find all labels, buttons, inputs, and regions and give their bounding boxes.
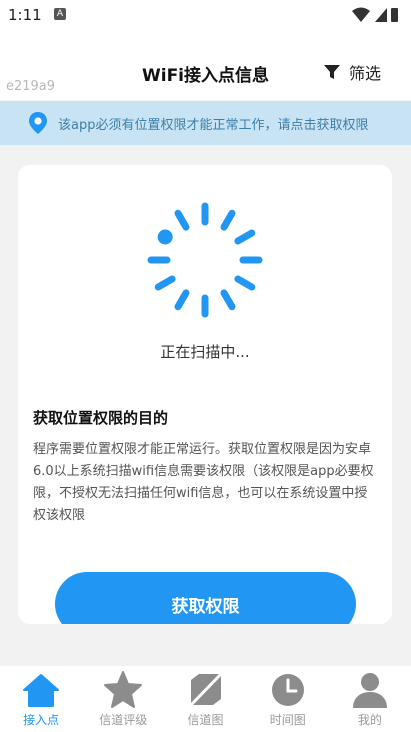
loading-spinner-icon [147,202,263,318]
status-bar: 1:11 A [0,0,411,32]
nav-label: 信道评级 [99,713,148,727]
spinner-spoke [220,209,236,231]
nav-label: 接入点 [23,713,60,727]
purpose-body: 程序需要位置权限才能正常运行。获取位置权限是因为安卓6.0以上系统扫描wifi信… [33,442,374,523]
channel-chart-icon [189,672,222,707]
app-bar: e219a9 WiFi接入点信息 筛选 [0,32,411,100]
filter-icon [323,65,340,79]
home-icon [23,674,60,707]
spinner-dot [157,229,173,245]
get-permission-button[interactable]: 获取权限 [55,572,356,624]
wifi-icon [352,7,370,22]
status-time: 1:11 [8,6,42,24]
nav-item-time-chart[interactable]: 时间图 [247,666,329,732]
permission-card: 正在扫描中... 获取位置权限的目的 程序需要位置权限才能正常运行。获取位置权限… [18,165,392,624]
purpose-title: 获取位置权限的目的 [33,409,169,427]
clock-icon [271,674,304,706]
nav-item-channel-chart[interactable]: 信道图 [164,666,246,732]
battery-icon [391,8,398,22]
nav-label: 信道图 [187,713,224,727]
signal-icon [375,8,387,22]
status-icons [352,7,398,22]
filter-label: 筛选 [348,64,381,83]
spinner-spoke [174,209,190,231]
notification-icon: A [54,8,66,20]
spinner-spoke [234,275,256,291]
spinner-spoke [220,289,236,311]
spinner-spoke [174,289,190,311]
nav-item-mine[interactable]: 我的 [329,666,411,732]
spinner-spoke [234,229,256,245]
bottom-nav: 接入点 信道评级 信道图 时间图 我的 [0,666,411,732]
scan-status: 正在扫描中... [160,343,250,361]
nav-item-channel-rating[interactable]: 信道评级 [82,666,164,732]
nav-item-access-points[interactable]: 接入点 [0,666,82,732]
star-icon [104,671,143,708]
filter-button[interactable]: 筛选 [323,60,381,84]
person-icon [352,673,387,708]
permission-banner-text: 该app必须有位置权限才能正常工作，请点击获取权限 [58,117,369,133]
permission-banner[interactable]: 该app必须有位置权限才能正常工作，请点击获取权限 [0,101,411,145]
spinner-spoke [154,275,176,291]
nav-label: 我的 [357,713,382,727]
nav-label: 时间图 [269,713,306,727]
location-pin-icon [29,112,47,134]
